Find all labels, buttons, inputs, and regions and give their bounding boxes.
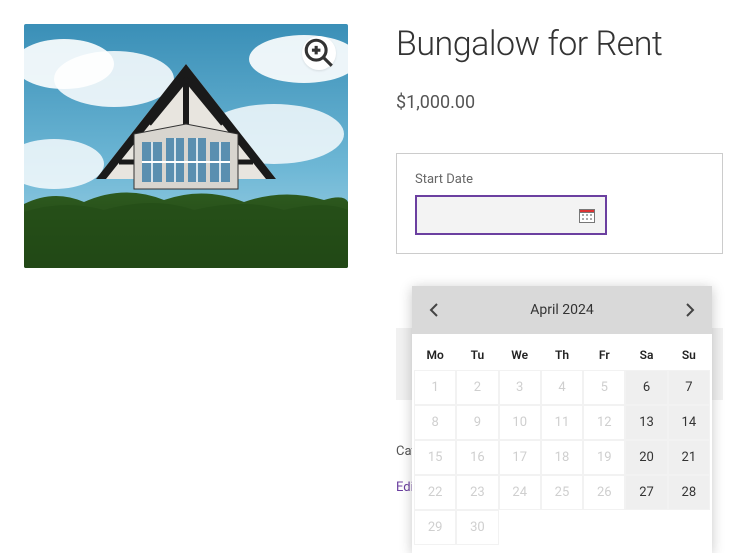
dow-header: Th bbox=[541, 340, 583, 370]
dow-header: We bbox=[499, 340, 541, 370]
dow-header: Fr bbox=[583, 340, 625, 370]
calendar-day[interactable]: 6 bbox=[625, 370, 667, 405]
next-month-button[interactable] bbox=[678, 298, 702, 322]
calendar-day[interactable]: 14 bbox=[668, 405, 710, 440]
calendar-day-disabled: 29 bbox=[414, 510, 456, 545]
calendar-day-disabled: 17 bbox=[499, 440, 541, 475]
calendar-day-disabled: 11 bbox=[541, 405, 583, 440]
zoom-icon[interactable] bbox=[302, 36, 336, 70]
start-date-label: Start Date bbox=[415, 172, 704, 187]
dow-header: Mo bbox=[414, 340, 456, 370]
calendar-day-disabled: 22 bbox=[414, 475, 456, 510]
dow-header: Su bbox=[668, 340, 710, 370]
calendar-day[interactable]: 7 bbox=[668, 370, 710, 405]
calendar-empty bbox=[625, 510, 667, 545]
calendar-day[interactable]: 21 bbox=[668, 440, 710, 475]
calendar-day-disabled: 9 bbox=[456, 405, 498, 440]
calendar-day-disabled: 23 bbox=[456, 475, 498, 510]
dow-header: Sa bbox=[625, 340, 667, 370]
calendar-empty bbox=[668, 510, 710, 545]
product-image[interactable] bbox=[24, 24, 348, 268]
calendar-day-disabled: 5 bbox=[583, 370, 625, 405]
calendar-day[interactable]: 20 bbox=[625, 440, 667, 475]
calendar-icon bbox=[579, 208, 595, 223]
calendar-day-disabled: 4 bbox=[541, 370, 583, 405]
calendar-day-disabled: 25 bbox=[541, 475, 583, 510]
calendar-day-disabled: 1 bbox=[414, 370, 456, 405]
dow-header: Tu bbox=[456, 340, 498, 370]
calendar-day[interactable]: 28 bbox=[668, 475, 710, 510]
calendar-day-disabled: 19 bbox=[583, 440, 625, 475]
calendar-day[interactable]: 13 bbox=[625, 405, 667, 440]
calendar-day-disabled: 16 bbox=[456, 440, 498, 475]
prev-month-button[interactable] bbox=[422, 298, 446, 322]
calendar-day-disabled: 8 bbox=[414, 405, 456, 440]
calendar-day-disabled: 3 bbox=[499, 370, 541, 405]
start-date-input[interactable] bbox=[415, 195, 607, 235]
calendar-day-disabled: 26 bbox=[583, 475, 625, 510]
calendar-day-disabled: 15 bbox=[414, 440, 456, 475]
calendar-day-disabled: 18 bbox=[541, 440, 583, 475]
product-price: $1,000.00 bbox=[396, 92, 723, 113]
datepicker: April 2024 MoTuWeThFrSaSu123456789101112… bbox=[412, 286, 712, 553]
calendar-day-disabled: 24 bbox=[499, 475, 541, 510]
calendar-empty bbox=[541, 510, 583, 545]
calendar-day[interactable]: 27 bbox=[625, 475, 667, 510]
calendar-day-disabled: 30 bbox=[456, 510, 498, 545]
calendar-empty bbox=[583, 510, 625, 545]
booking-form: Start Date bbox=[396, 153, 723, 254]
calendar-title: April 2024 bbox=[530, 302, 594, 318]
calendar-day-disabled: 2 bbox=[456, 370, 498, 405]
calendar-day-disabled: 12 bbox=[583, 405, 625, 440]
calendar-day-disabled: 10 bbox=[499, 405, 541, 440]
calendar-empty bbox=[499, 510, 541, 545]
product-title: Bungalow for Rent bbox=[396, 24, 723, 64]
